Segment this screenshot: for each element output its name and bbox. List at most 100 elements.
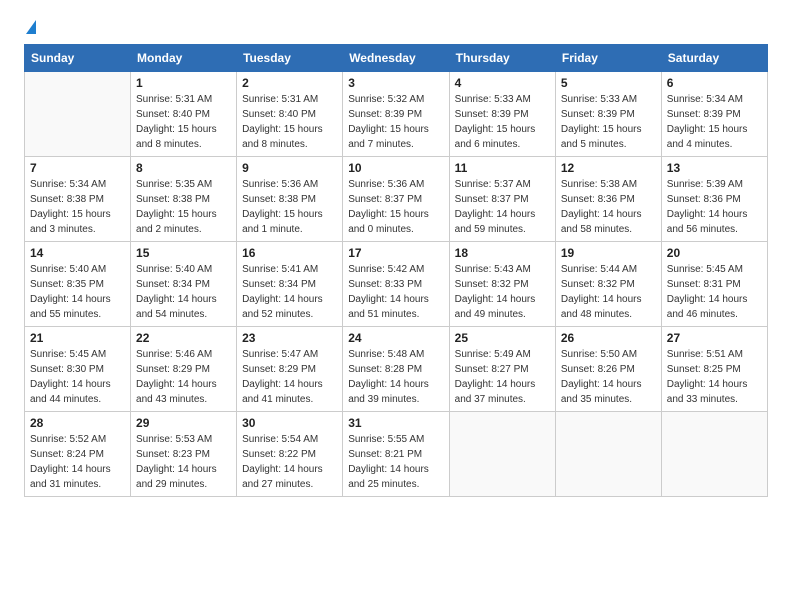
day-number: 30 — [242, 416, 337, 430]
calendar-cell — [661, 412, 767, 497]
calendar-week-row: 1Sunrise: 5:31 AMSunset: 8:40 PMDaylight… — [25, 72, 768, 157]
calendar-header-friday: Friday — [555, 45, 661, 72]
day-info: Sunrise: 5:35 AMSunset: 8:38 PMDaylight:… — [136, 177, 231, 237]
day-number: 22 — [136, 331, 231, 345]
calendar-cell — [449, 412, 555, 497]
day-info: Sunrise: 5:44 AMSunset: 8:32 PMDaylight:… — [561, 262, 656, 322]
calendar-table: SundayMondayTuesdayWednesdayThursdayFrid… — [24, 44, 768, 497]
day-number: 11 — [455, 161, 550, 175]
calendar-cell: 9 Sunrise: 5:36 AMSunset: 8:38 PMDaylight… — [237, 157, 343, 242]
day-number: 4 — [455, 76, 550, 90]
calendar-cell: 11 Sunrise: 5:37 AMSunset: 8:37 PMDayligh… — [449, 157, 555, 242]
calendar-cell: 24Sunrise: 5:48 AMSunset: 8:28 PMDayligh… — [343, 327, 449, 412]
calendar-cell: 4 Sunrise: 5:33 AMSunset: 8:39 PMDaylight… — [449, 72, 555, 157]
day-info: Sunrise: 5:36 AMSunset: 8:38 PMDaylight:… — [242, 177, 337, 237]
day-number: 12 — [561, 161, 656, 175]
calendar-cell: 20 Sunrise: 5:45 AMSunset: 8:31 PMDayligh… — [661, 242, 767, 327]
calendar-header-row: SundayMondayTuesdayWednesdayThursdayFrid… — [25, 45, 768, 72]
logo — [24, 20, 36, 34]
calendar-cell: 12 Sunrise: 5:38 AMSunset: 8:36 PMDayligh… — [555, 157, 661, 242]
calendar-cell: 27 Sunrise: 5:51 AMSunset: 8:25 PMDayligh… — [661, 327, 767, 412]
calendar-cell: 5Sunrise: 5:33 AMSunset: 8:39 PMDaylight… — [555, 72, 661, 157]
calendar-cell: 29 Sunrise: 5:53 AMSunset: 8:23 PMDayligh… — [131, 412, 237, 497]
calendar-cell: 25 Sunrise: 5:49 AMSunset: 8:27 PMDayligh… — [449, 327, 555, 412]
day-info: Sunrise: 5:38 AMSunset: 8:36 PMDaylight:… — [561, 177, 656, 237]
calendar-cell: 17 Sunrise: 5:42 AMSunset: 8:33 PMDayligh… — [343, 242, 449, 327]
day-info: Sunrise: 5:37 AMSunset: 8:37 PMDaylight:… — [455, 177, 550, 237]
calendar-cell: 14 Sunrise: 5:40 AMSunset: 8:35 PMDayligh… — [25, 242, 131, 327]
calendar-header-thursday: Thursday — [449, 45, 555, 72]
calendar-cell: 26 Sunrise: 5:50 AMSunset: 8:26 PMDayligh… — [555, 327, 661, 412]
calendar-header-tuesday: Tuesday — [237, 45, 343, 72]
day-info: Sunrise: 5:53 AMSunset: 8:23 PMDaylight:… — [136, 432, 231, 492]
day-info: Sunrise: 5:54 AMSunset: 8:22 PMDaylight:… — [242, 432, 337, 492]
day-info: Sunrise: 5:49 AMSunset: 8:27 PMDaylight:… — [455, 347, 550, 407]
day-number: 6 — [667, 76, 762, 90]
calendar-cell: 21Sunrise: 5:45 AMSunset: 8:30 PMDayligh… — [25, 327, 131, 412]
calendar-cell: 15 Sunrise: 5:40 AMSunset: 8:34 PMDayligh… — [131, 242, 237, 327]
day-number: 15 — [136, 246, 231, 260]
day-info: Sunrise: 5:42 AMSunset: 8:33 PMDaylight:… — [348, 262, 443, 322]
day-number: 17 — [348, 246, 443, 260]
calendar-header-saturday: Saturday — [661, 45, 767, 72]
calendar-cell: 23Sunrise: 5:47 AMSunset: 8:29 PMDayligh… — [237, 327, 343, 412]
day-info: Sunrise: 5:34 AMSunset: 8:38 PMDaylight:… — [30, 177, 125, 237]
day-number: 19 — [561, 246, 656, 260]
logo-triangle-icon — [26, 20, 36, 34]
day-number: 14 — [30, 246, 125, 260]
day-number: 9 — [242, 161, 337, 175]
day-info: Sunrise: 5:40 AMSunset: 8:35 PMDaylight:… — [30, 262, 125, 322]
day-info: Sunrise: 5:41 AMSunset: 8:34 PMDaylight:… — [242, 262, 337, 322]
calendar-cell: 30 Sunrise: 5:54 AMSunset: 8:22 PMDayligh… — [237, 412, 343, 497]
day-info: Sunrise: 5:45 AMSunset: 8:31 PMDaylight:… — [667, 262, 762, 322]
day-number: 16 — [242, 246, 337, 260]
day-info: Sunrise: 5:32 AMSunset: 8:39 PMDaylight:… — [348, 92, 443, 152]
day-number: 3 — [348, 76, 443, 90]
day-number: 5 — [561, 76, 656, 90]
calendar-week-row: 21Sunrise: 5:45 AMSunset: 8:30 PMDayligh… — [25, 327, 768, 412]
day-number: 23 — [242, 331, 337, 345]
day-number: 29 — [136, 416, 231, 430]
day-info: Sunrise: 5:55 AMSunset: 8:21 PMDaylight:… — [348, 432, 443, 492]
calendar-cell: 6Sunrise: 5:34 AMSunset: 8:39 PMDaylight… — [661, 72, 767, 157]
calendar-cell: 1Sunrise: 5:31 AMSunset: 8:40 PMDaylight… — [131, 72, 237, 157]
calendar-cell: 31Sunrise: 5:55 AMSunset: 8:21 PMDayligh… — [343, 412, 449, 497]
day-number: 13 — [667, 161, 762, 175]
page-header — [24, 20, 768, 34]
day-info: Sunrise: 5:36 AMSunset: 8:37 PMDaylight:… — [348, 177, 443, 237]
day-number: 25 — [455, 331, 550, 345]
calendar-week-row: 14 Sunrise: 5:40 AMSunset: 8:35 PMDayligh… — [25, 242, 768, 327]
day-number: 20 — [667, 246, 762, 260]
day-number: 10 — [348, 161, 443, 175]
calendar-header-wednesday: Wednesday — [343, 45, 449, 72]
day-number: 26 — [561, 331, 656, 345]
day-info: Sunrise: 5:31 AMSunset: 8:40 PMDaylight:… — [242, 92, 337, 152]
day-info: Sunrise: 5:31 AMSunset: 8:40 PMDaylight:… — [136, 92, 231, 152]
day-number: 24 — [348, 331, 443, 345]
day-info: Sunrise: 5:52 AMSunset: 8:24 PMDaylight:… — [30, 432, 125, 492]
calendar-week-row: 28Sunrise: 5:52 AMSunset: 8:24 PMDayligh… — [25, 412, 768, 497]
day-number: 2 — [242, 76, 337, 90]
calendar-cell: 7 Sunrise: 5:34 AMSunset: 8:38 PMDaylight… — [25, 157, 131, 242]
day-number: 18 — [455, 246, 550, 260]
calendar-cell: 2 Sunrise: 5:31 AMSunset: 8:40 PMDaylight… — [237, 72, 343, 157]
day-number: 27 — [667, 331, 762, 345]
day-number: 7 — [30, 161, 125, 175]
day-info: Sunrise: 5:33 AMSunset: 8:39 PMDaylight:… — [455, 92, 550, 152]
day-info: Sunrise: 5:50 AMSunset: 8:26 PMDaylight:… — [561, 347, 656, 407]
calendar-cell — [25, 72, 131, 157]
calendar-header-monday: Monday — [131, 45, 237, 72]
calendar-cell: 28Sunrise: 5:52 AMSunset: 8:24 PMDayligh… — [25, 412, 131, 497]
day-number: 8 — [136, 161, 231, 175]
day-info: Sunrise: 5:39 AMSunset: 8:36 PMDaylight:… — [667, 177, 762, 237]
day-info: Sunrise: 5:43 AMSunset: 8:32 PMDaylight:… — [455, 262, 550, 322]
calendar-cell: 22Sunrise: 5:46 AMSunset: 8:29 PMDayligh… — [131, 327, 237, 412]
day-info: Sunrise: 5:40 AMSunset: 8:34 PMDaylight:… — [136, 262, 231, 322]
calendar-cell: 8 Sunrise: 5:35 AMSunset: 8:38 PMDaylight… — [131, 157, 237, 242]
calendar-week-row: 7 Sunrise: 5:34 AMSunset: 8:38 PMDaylight… — [25, 157, 768, 242]
day-number: 21 — [30, 331, 125, 345]
calendar-header-sunday: Sunday — [25, 45, 131, 72]
calendar-cell: 18 Sunrise: 5:43 AMSunset: 8:32 PMDayligh… — [449, 242, 555, 327]
day-info: Sunrise: 5:51 AMSunset: 8:25 PMDaylight:… — [667, 347, 762, 407]
calendar-cell: 10 Sunrise: 5:36 AMSunset: 8:37 PMDayligh… — [343, 157, 449, 242]
